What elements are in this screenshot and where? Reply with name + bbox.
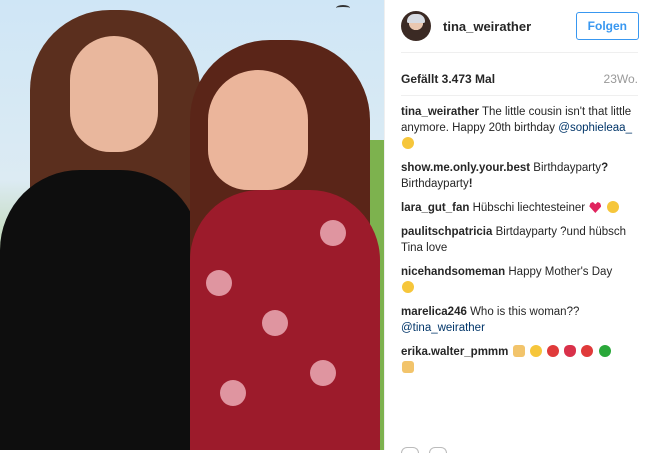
comment-author[interactable]: tina_weirather: [401, 106, 479, 118]
post-side-panel: tina_weirather Folgen Gefällt 3.473 Mal …: [384, 0, 650, 453]
comment-text: Hübschi liechtesteiner: [472, 202, 586, 214]
dress-rose: [320, 220, 346, 246]
comment-item: erika.walter_pmmm: [401, 344, 633, 376]
comment-item: lara_gut_fan Hübschi liechtesteiner: [401, 200, 633, 216]
timestamp[interactable]: 23Wo.: [604, 72, 638, 86]
comment-item: tina_weirather The little cousin isn't t…: [401, 104, 633, 152]
username-link[interactable]: tina_weirather: [443, 19, 576, 34]
dress-rose: [262, 310, 288, 336]
left-woman-face: [70, 36, 158, 152]
kissing-face-icon: [402, 281, 414, 293]
comment-text: Birthdayparty: [533, 162, 602, 174]
comment-author[interactable]: paulitschpatricia: [401, 226, 492, 238]
comment-item: show.me.only.your.best Birthdayparty? Bi…: [401, 160, 633, 192]
exclamation: !: [468, 178, 473, 190]
comment-icon[interactable]: [429, 447, 448, 453]
lips-icon: [547, 345, 559, 357]
thumbs-up-icon: [402, 361, 414, 373]
smiling-face-icon: [606, 201, 619, 213]
rose-icon: [564, 345, 577, 357]
comment-item: marelica246 Who is this woman?? @tina_wei…: [401, 304, 633, 336]
post-photo[interactable]: [0, 0, 384, 450]
red-heart-icon: [589, 202, 602, 213]
comment-author[interactable]: lara_gut_fan: [401, 202, 469, 214]
heart-icon[interactable]: [401, 447, 419, 453]
right-woman-face: [208, 70, 308, 190]
bouquet-icon: [529, 345, 542, 357]
four-leaf-clover-icon: [598, 345, 611, 357]
avatar[interactable]: [401, 11, 431, 41]
question-mark: ?: [601, 162, 609, 174]
kissing-face-icon: [402, 137, 414, 149]
comment-text: Happy Mother's Day: [508, 266, 613, 278]
comment-text: Who is this woman??: [470, 306, 580, 318]
header-divider: [401, 52, 638, 53]
instagram-post: tina_weirather Folgen Gefällt 3.473 Mal …: [0, 0, 650, 453]
photo-bird: [336, 5, 350, 11]
dress-rose: [220, 380, 246, 406]
victory-hand-icon: [512, 345, 525, 357]
action-icons: [401, 440, 461, 453]
dress-rose: [310, 360, 336, 386]
comment-author[interactable]: show.me.only.your.best: [401, 162, 530, 174]
comment-item: paulitschpatricia Birtdayparty ?und hübs…: [401, 224, 633, 256]
follow-button[interactable]: Folgen: [575, 12, 639, 40]
right-woman-dress: [190, 190, 380, 450]
cap-icon: [407, 14, 425, 23]
comment-author[interactable]: nicehandsomeman: [401, 266, 505, 278]
comment-item: nicehandsomeman Happy Mother's Day: [401, 264, 633, 296]
dress-rose: [206, 270, 232, 296]
post-header: tina_weirather Folgen: [385, 0, 650, 52]
comment-author[interactable]: marelica246: [401, 306, 467, 318]
likes-divider: [401, 95, 638, 96]
kiss-mark-icon: [581, 345, 594, 357]
comment-author[interactable]: erika.walter_pmmm: [401, 346, 508, 358]
comment-text: Birthdayparty: [401, 178, 469, 190]
comments-list: tina_weirather The little cousin isn't t…: [401, 104, 633, 384]
mention-link[interactable]: @tina_weirather: [401, 322, 485, 334]
likes-count[interactable]: Gefällt 3.473 Mal: [401, 72, 495, 86]
left-woman-dress: [0, 170, 200, 450]
mention-link[interactable]: @sophieleaa_: [558, 122, 632, 134]
